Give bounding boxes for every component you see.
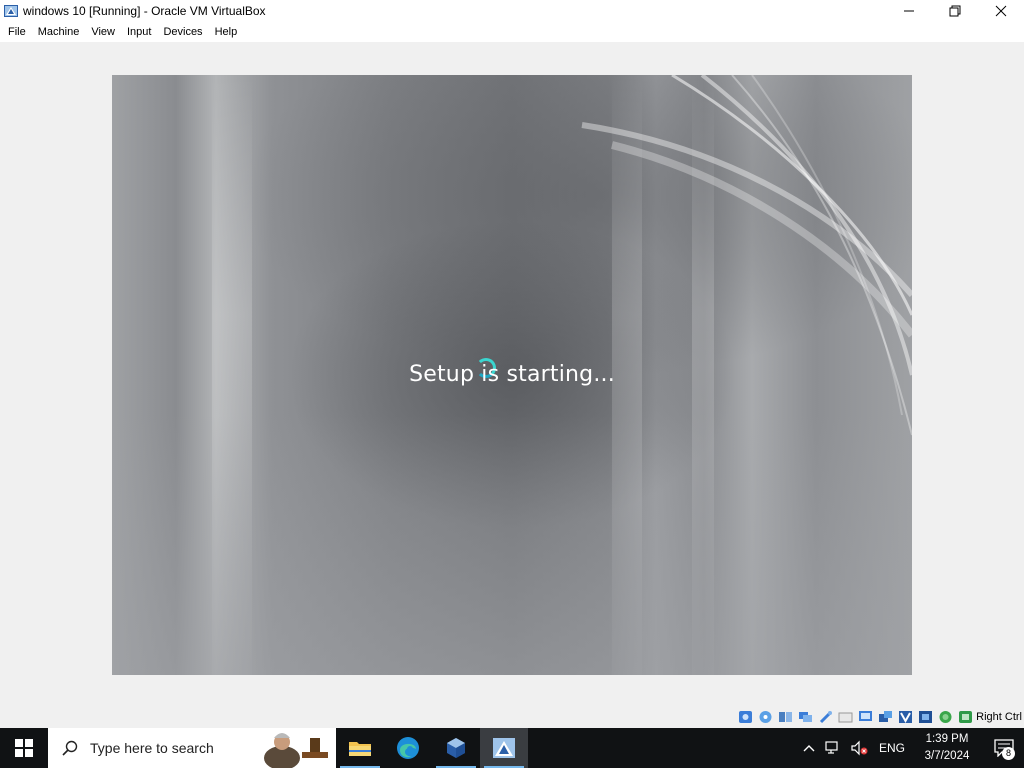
vm-display-area: Setup is starting... xyxy=(0,42,1024,706)
virtualization-icon[interactable] xyxy=(897,709,914,725)
virtualbox-icon xyxy=(447,738,465,758)
menu-input[interactable]: Input xyxy=(121,22,157,42)
volume-button[interactable] xyxy=(846,728,874,768)
system-tray: ENG 1:39 PM 3/7/2024 8 xyxy=(798,728,1024,768)
taskbar-virtualbox[interactable] xyxy=(432,728,480,768)
host-taskbar: Type here to search ENG 1:39 PM 3/7/2024… xyxy=(0,728,1024,768)
title-bar: windows 10 [Running] - Oracle VM Virtual… xyxy=(0,0,1024,22)
host-key-label: Right Ctrl xyxy=(976,711,1022,723)
action-center-button[interactable]: 8 xyxy=(984,728,1024,768)
virtualbox-app-icon xyxy=(3,3,19,19)
maximize-button[interactable] xyxy=(932,0,978,22)
menu-view[interactable]: View xyxy=(85,22,121,42)
clock-time: 1:39 PM xyxy=(925,733,969,745)
restore-icon xyxy=(949,5,961,17)
start-button[interactable] xyxy=(0,728,48,768)
volume-muted-icon xyxy=(851,740,868,756)
menu-machine[interactable]: Machine xyxy=(32,22,86,42)
mouse-integration-icon[interactable] xyxy=(937,709,954,725)
setup-status-message: Setup is starting... xyxy=(409,362,615,387)
chevron-up-icon xyxy=(803,745,815,752)
vm-status-bar: Right Ctrl xyxy=(0,706,1024,728)
network-icon[interactable] xyxy=(797,709,814,725)
minimize-icon xyxy=(904,10,914,12)
usb-icon[interactable] xyxy=(817,709,834,725)
menu-bar: File Machine View Input Devices Help xyxy=(0,22,1024,42)
keyboard-icon[interactable] xyxy=(957,709,974,725)
display-icon[interactable] xyxy=(857,709,874,725)
edge-icon xyxy=(397,737,419,759)
search-icon xyxy=(62,740,78,756)
menu-help[interactable]: Help xyxy=(209,22,244,42)
close-button[interactable] xyxy=(978,0,1024,22)
taskbar-file-explorer[interactable] xyxy=(336,728,384,768)
video-capture-icon[interactable] xyxy=(877,709,894,725)
cpu-icon[interactable] xyxy=(917,709,934,725)
shared-folders-icon[interactable] xyxy=(837,709,854,725)
show-hidden-icons-button[interactable] xyxy=(798,728,820,768)
network-status-icon xyxy=(825,741,838,754)
window-title: windows 10 [Running] - Oracle VM Virtual… xyxy=(23,4,266,18)
menu-file[interactable]: File xyxy=(2,22,32,42)
audio-icon[interactable] xyxy=(777,709,794,725)
search-placeholder: Type here to search xyxy=(90,740,214,756)
network-status-button[interactable] xyxy=(820,728,846,768)
taskbar-edge[interactable] xyxy=(384,728,432,768)
windows-logo-icon xyxy=(15,739,33,757)
notification-count-badge: 8 xyxy=(1002,747,1015,760)
vm-screen[interactable]: Setup is starting... xyxy=(112,75,912,675)
close-icon xyxy=(995,5,1007,17)
menu-devices[interactable]: Devices xyxy=(157,22,208,42)
taskbar-clock[interactable]: 1:39 PM 3/7/2024 xyxy=(910,728,984,768)
clock-date: 3/7/2024 xyxy=(924,750,970,762)
optical-drive-icon[interactable] xyxy=(757,709,774,725)
taskbar-vm-window[interactable] xyxy=(480,728,528,768)
virtualbox-vm-icon xyxy=(493,738,515,758)
minimize-button[interactable] xyxy=(886,0,932,22)
search-highlight-illustration-icon xyxy=(254,728,334,768)
file-explorer-icon xyxy=(349,742,371,756)
hard-disk-icon[interactable] xyxy=(737,709,754,725)
taskbar-search-box[interactable]: Type here to search xyxy=(48,728,336,768)
language-indicator[interactable]: ENG xyxy=(874,728,910,768)
